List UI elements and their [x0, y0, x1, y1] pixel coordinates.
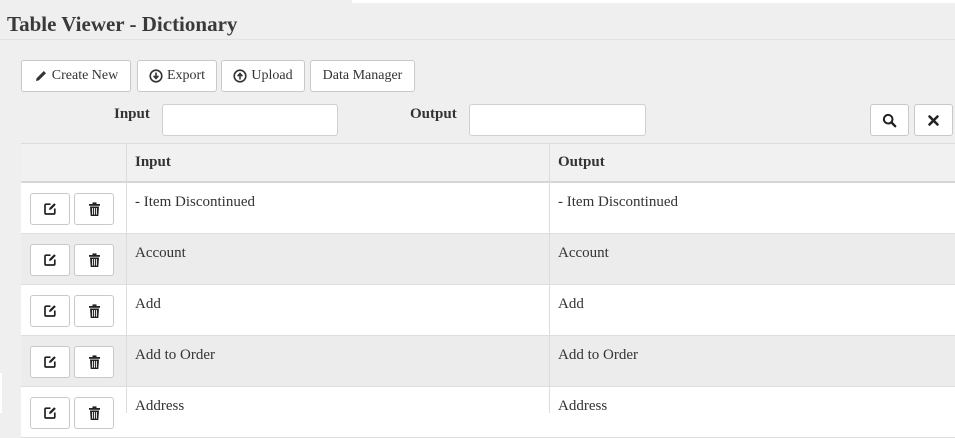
- data-manager-label: Data Manager: [322, 68, 403, 83]
- edit-icon: [43, 355, 57, 369]
- upload-button[interactable]: Upload: [221, 60, 305, 92]
- title-divider: [0, 39, 955, 40]
- page-title: Table Viewer - Dictionary: [7, 12, 238, 36]
- left-band: [0, 373, 2, 413]
- export-button[interactable]: Export: [137, 60, 217, 92]
- column-divider: [126, 143, 127, 413]
- close-icon: [928, 114, 939, 126]
- table-row: Account Account: [21, 234, 955, 285]
- delete-row-button[interactable]: [74, 193, 114, 225]
- trash-icon: [88, 303, 101, 319]
- cell-output: Add: [558, 296, 584, 312]
- table-row: - Item Discontinued - Item Discontinued: [21, 183, 955, 234]
- input-filter-field[interactable]: [162, 104, 338, 136]
- table-row: Add Add: [21, 285, 955, 336]
- delete-row-button[interactable]: [74, 295, 114, 327]
- trash-icon: [88, 405, 101, 421]
- delete-row-button[interactable]: [74, 346, 114, 378]
- edit-row-button[interactable]: [30, 193, 70, 225]
- pencil-icon: [35, 71, 46, 81]
- column-header-input[interactable]: Input: [135, 154, 171, 171]
- cell-output: Address: [558, 398, 608, 414]
- cell-input: Address: [135, 398, 185, 414]
- cell-output: - Item Discontinued: [558, 194, 678, 210]
- output-filter-field[interactable]: [469, 104, 646, 136]
- download-circle-icon: [149, 69, 163, 83]
- upload-label: Upload: [251, 68, 293, 83]
- cell-output: Account: [558, 245, 609, 261]
- trash-icon: [88, 354, 101, 370]
- edit-row-button[interactable]: [30, 346, 70, 378]
- edit-icon: [43, 304, 57, 318]
- trash-icon: [88, 252, 101, 268]
- column-header-output[interactable]: Output: [558, 154, 605, 171]
- input-filter-label: Input: [114, 106, 150, 122]
- top-band: [352, 0, 955, 3]
- search-button[interactable]: [870, 104, 909, 136]
- cell-output: Add to Order: [558, 347, 638, 363]
- edit-row-button[interactable]: [30, 295, 70, 327]
- cell-input: - Item Discontinued: [135, 194, 255, 210]
- cell-input: Add: [135, 296, 161, 312]
- delete-row-button[interactable]: [74, 397, 114, 429]
- edit-icon: [43, 406, 57, 420]
- upload-circle-icon: [233, 69, 247, 83]
- search-icon: [882, 113, 897, 127]
- column-divider: [549, 143, 550, 413]
- export-label: Export: [166, 68, 206, 83]
- data-manager-button[interactable]: Data Manager: [310, 60, 415, 92]
- cell-input: Add to Order: [135, 347, 215, 363]
- create-new-label: Create New: [51, 68, 119, 83]
- edit-row-button[interactable]: [30, 397, 70, 429]
- clear-button[interactable]: [914, 104, 953, 136]
- delete-row-button[interactable]: [74, 244, 114, 276]
- create-new-button[interactable]: Create New: [21, 60, 131, 92]
- edit-row-button[interactable]: [30, 244, 70, 276]
- edit-icon: [43, 202, 57, 216]
- table-header: Input Output: [21, 143, 955, 183]
- output-filter-label: Output: [410, 106, 457, 122]
- trash-icon: [88, 201, 101, 217]
- edit-icon: [43, 253, 57, 267]
- cell-input: Account: [135, 245, 186, 261]
- table-row: Add to Order Add to Order: [21, 336, 955, 387]
